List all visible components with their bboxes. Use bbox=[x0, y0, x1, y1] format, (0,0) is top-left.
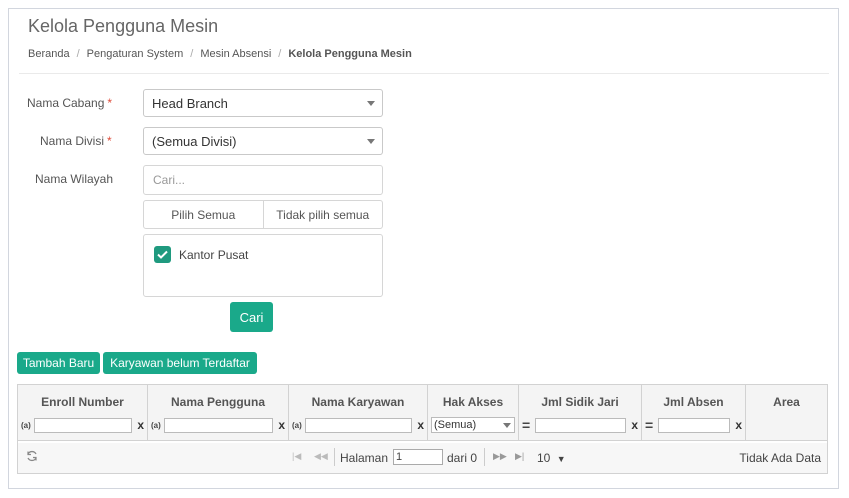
no-data-text: Tidak Ada Data bbox=[739, 451, 821, 465]
filter-fingerprint-count: = x bbox=[522, 417, 638, 433]
division-select[interactable]: (Semua Divisi) bbox=[143, 127, 383, 155]
column-area[interactable]: Area bbox=[746, 385, 827, 440]
select-all-button[interactable]: Pilih Semua bbox=[144, 201, 263, 228]
column-user-name[interactable]: Nama Pengguna (a) x bbox=[148, 385, 289, 440]
filter-operator-icon[interactable]: (a) bbox=[292, 421, 305, 430]
column-employee-name[interactable]: Nama Karyawan (a) x bbox=[289, 385, 428, 440]
column-title: Nama Pengguna bbox=[170, 395, 266, 409]
column-title: Area bbox=[773, 395, 800, 409]
deselect-all-button[interactable]: Tidak pilih semua bbox=[262, 201, 383, 228]
user-grid: Enroll Number (a) x Nama Pengguna (a) x … bbox=[17, 384, 828, 474]
unregistered-employee-button[interactable]: Karyawan belum Terdaftar bbox=[103, 352, 257, 374]
region-search-input[interactable]: Cari... bbox=[143, 165, 383, 195]
next-page-icon[interactable]: ▶▶ bbox=[493, 451, 507, 462]
filter-input[interactable] bbox=[34, 417, 132, 433]
breadcrumb: Beranda / Pengaturan System / Mesin Abse… bbox=[28, 48, 412, 60]
chevron-down-icon: ▼ bbox=[556, 454, 566, 464]
filter-input[interactable] bbox=[658, 417, 730, 433]
add-new-button[interactable]: Tambah Baru bbox=[17, 352, 100, 374]
filter-employee-name: (a) x bbox=[292, 417, 424, 433]
clear-icon[interactable]: x bbox=[626, 418, 638, 432]
clear-icon[interactable]: x bbox=[273, 418, 285, 432]
checkbox-checked-icon[interactable] bbox=[154, 246, 171, 263]
region-select-buttons: Pilih Semua Tidak pilih semua bbox=[143, 200, 383, 229]
page-label: Halaman bbox=[340, 451, 389, 465]
breadcrumb-home[interactable]: Beranda bbox=[28, 48, 70, 60]
clear-icon[interactable]: x bbox=[730, 418, 742, 432]
access-rights-select[interactable]: (Semua) bbox=[431, 417, 515, 433]
page-size-select[interactable]: 10 ▼ bbox=[537, 451, 566, 465]
column-title: Jml Absen bbox=[663, 395, 724, 409]
page-title: Kelola Pengguna Mesin bbox=[28, 16, 219, 36]
branch-label-text: Nama Cabang bbox=[27, 96, 105, 110]
header-divider bbox=[19, 73, 829, 74]
clear-icon[interactable]: x bbox=[412, 418, 424, 432]
filter-attendance-count: = x bbox=[645, 417, 742, 433]
breadcrumb-attendance-machine[interactable]: Mesin Absensi bbox=[200, 48, 271, 60]
equals-operator-icon[interactable]: = bbox=[645, 418, 658, 432]
chevron-down-icon bbox=[367, 139, 375, 144]
prev-page-icon[interactable]: ◀◀ bbox=[314, 451, 328, 462]
column-access-rights[interactable]: Hak Akses (Semua) bbox=[428, 385, 519, 440]
breadcrumb-separator: / bbox=[76, 48, 80, 60]
breadcrumb-separator: / bbox=[278, 48, 282, 60]
division-label: Nama Divisi * bbox=[40, 134, 112, 148]
filter-operator-icon[interactable]: (a) bbox=[151, 421, 164, 430]
pager-divider bbox=[334, 448, 335, 466]
equals-operator-icon[interactable]: = bbox=[522, 418, 535, 432]
column-title: Jml Sidik Jari bbox=[541, 395, 619, 409]
filter-access-rights: (Semua) bbox=[431, 417, 515, 433]
filter-enroll-number: (a) x bbox=[21, 417, 144, 433]
page-number-input[interactable]: 1 bbox=[393, 449, 443, 465]
column-title: Nama Karyawan bbox=[311, 395, 405, 409]
division-label-text: Nama Divisi bbox=[40, 134, 105, 148]
required-mark: * bbox=[107, 96, 113, 110]
region-option[interactable]: Kantor Pusat bbox=[154, 246, 248, 263]
chevron-down-icon bbox=[367, 101, 375, 106]
chevron-down-icon bbox=[503, 423, 511, 428]
breadcrumb-system-settings[interactable]: Pengaturan System bbox=[87, 48, 184, 60]
column-fingerprint-count[interactable]: Jml Sidik Jari = x bbox=[519, 385, 642, 440]
last-page-icon[interactable]: ▶| bbox=[515, 451, 524, 462]
branch-select[interactable]: Head Branch bbox=[143, 89, 383, 117]
filter-operator-icon[interactable]: (a) bbox=[21, 421, 34, 430]
search-button[interactable]: Cari bbox=[230, 302, 273, 332]
breadcrumb-separator: / bbox=[190, 48, 194, 60]
region-option-label: Kantor Pusat bbox=[179, 247, 249, 262]
content-panel: Kelola Pengguna Mesin Beranda / Pengatur… bbox=[8, 8, 839, 489]
column-title: Enroll Number bbox=[41, 395, 124, 409]
region-list: Kantor Pusat bbox=[143, 234, 383, 297]
grid-pager: |◀ ◀◀ Halaman 1 dari 0 ▶▶ ▶| 10 ▼ Tidak … bbox=[18, 443, 827, 473]
filter-user-name: (a) x bbox=[151, 417, 285, 433]
page-count-text: dari 0 bbox=[447, 451, 478, 465]
branch-label: Nama Cabang * bbox=[27, 96, 112, 110]
division-select-value: (Semua Divisi) bbox=[152, 133, 237, 149]
first-page-icon[interactable]: |◀ bbox=[292, 451, 301, 462]
required-mark: * bbox=[107, 134, 112, 148]
clear-icon[interactable]: x bbox=[132, 418, 144, 432]
filter-input[interactable] bbox=[305, 417, 412, 433]
grid-header: Enroll Number (a) x Nama Pengguna (a) x … bbox=[18, 385, 827, 441]
access-rights-select-value: (Semua) bbox=[434, 419, 477, 431]
filter-input[interactable] bbox=[164, 417, 273, 433]
column-enroll-number[interactable]: Enroll Number (a) x bbox=[18, 385, 148, 440]
refresh-icon[interactable] bbox=[26, 450, 38, 465]
page-size-value: 10 bbox=[537, 451, 551, 465]
column-attendance-count[interactable]: Jml Absen = x bbox=[642, 385, 746, 440]
branch-select-value: Head Branch bbox=[152, 95, 228, 111]
region-label: Nama Wilayah bbox=[35, 172, 114, 186]
breadcrumb-current: Kelola Pengguna Mesin bbox=[288, 48, 412, 60]
column-title: Hak Akses bbox=[442, 395, 504, 409]
pager-divider bbox=[484, 448, 485, 466]
filter-input[interactable] bbox=[535, 417, 626, 433]
